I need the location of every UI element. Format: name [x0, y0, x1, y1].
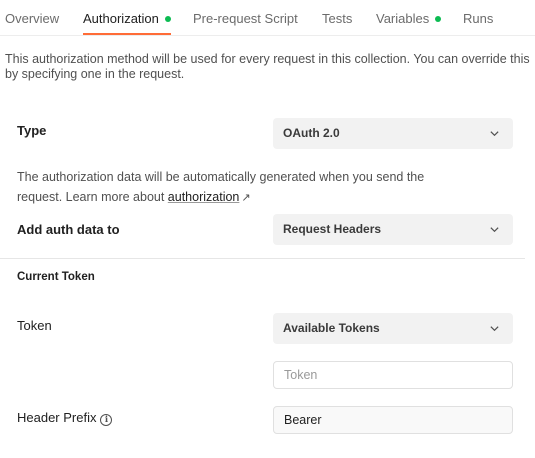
token-select[interactable]: Available Tokens [273, 313, 513, 344]
status-dot [435, 15, 442, 22]
type-label: Type [17, 123, 47, 138]
tab-tests[interactable]: Tests [322, 11, 352, 35]
current-token-title: Current Token [17, 271, 95, 283]
tab-variables-label: Variables [376, 11, 430, 26]
add-auth-select-value: Request Headers [283, 222, 382, 236]
header-prefix-input[interactable] [273, 406, 513, 434]
divider [0, 258, 525, 259]
chevron-down-icon [490, 227, 499, 233]
token-input[interactable] [273, 361, 513, 389]
type-select[interactable]: OAuth 2.0 [273, 118, 513, 149]
tab-variables[interactable]: Variables [376, 11, 442, 35]
chevron-down-icon [490, 326, 499, 332]
tab-runs[interactable]: Runs [463, 11, 493, 35]
tab-overview[interactable]: Overview [5, 11, 59, 35]
tab-pre-request-script[interactable]: Pre-request Script [193, 11, 298, 35]
header-prefix-label: Header Prefix i [17, 410, 113, 426]
description-text: This authorization method will be used f… [5, 52, 530, 81]
authorization-link[interactable]: authorization [168, 190, 240, 204]
external-arrow-icon: ↗ [241, 192, 251, 204]
info-icon[interactable]: i [100, 414, 113, 426]
info-text: The authorization data will be automatic… [17, 167, 457, 208]
header-prefix-label-text: Header Prefix [17, 410, 97, 425]
token-select-value: Available Tokens [283, 321, 380, 335]
type-select-value: OAuth 2.0 [283, 126, 340, 140]
add-auth-label: Add auth data to [17, 222, 120, 237]
token-label: Token [17, 318, 52, 333]
status-dot [164, 15, 171, 22]
tab-authorization-label: Authorization [83, 11, 159, 26]
tab-authorization[interactable]: Authorization [83, 11, 171, 35]
add-auth-select[interactable]: Request Headers [273, 214, 513, 245]
chevron-down-icon [490, 131, 499, 137]
tab-bar: Overview Authorization Pre-request Scrip… [0, 0, 535, 36]
